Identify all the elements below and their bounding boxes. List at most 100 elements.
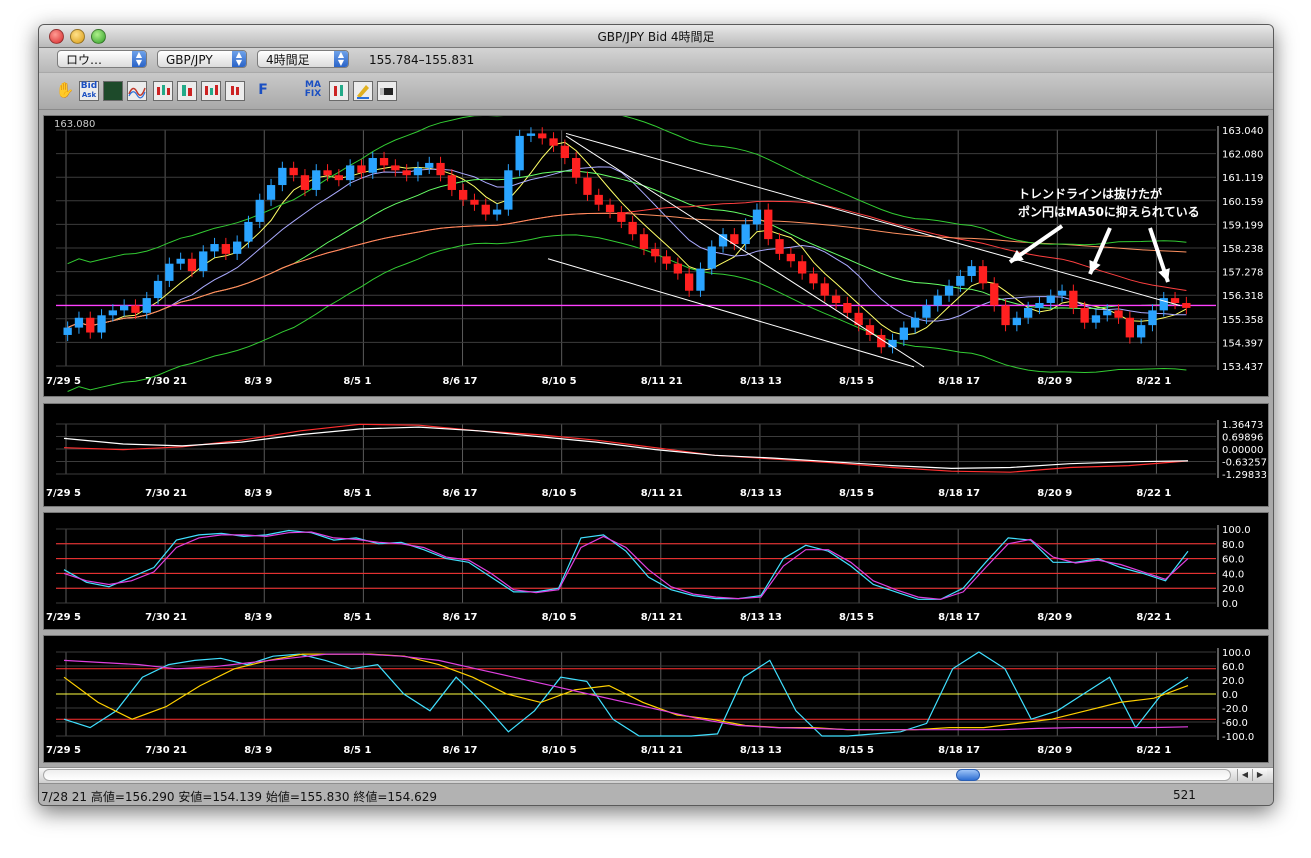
candle-body [492,209,502,215]
candle-body [334,175,343,181]
candle-body [662,256,671,264]
fix-icon[interactable]: F [253,81,273,101]
candle-tool-icon[interactable] [177,81,197,101]
popup-arrows-icon: ▲ ▼ [132,51,146,67]
series-line [63,426,1189,470]
candle-body [1001,305,1010,326]
candle-body [323,170,332,176]
x-tick-label: 8/18 17 [938,745,980,756]
y-tick-label: 60.0 [1222,555,1244,566]
stochastic-panel[interactable]: 7/29 5 7/30 21 8/3 9 8/5 1 8/6 17 8/10 5 8/11 … [43,512,1269,630]
candle-tool-icon[interactable] [153,81,173,101]
x-tick-label: 7/30 21 [145,612,187,623]
oscillator-icon[interactable] [127,81,147,101]
candle-body [1170,298,1180,304]
candle-body [526,133,536,136]
candle-body [831,295,841,304]
x-tick-label: 7/29 5 [46,488,81,499]
candle-body [572,158,581,178]
annotation-line: ポン円はMA50に抑えられている [1018,204,1200,219]
x-tick-label: 8/10 5 [542,376,577,387]
candle-body [436,162,445,176]
annotation-line: トレンドラインは抜けたが [1018,186,1162,201]
candle-body [515,135,524,171]
candle-body [1080,307,1089,323]
oscillator-chart[interactable]: 7/29 5 7/30 21 8/3 9 8/5 1 8/6 17 8/10 5 8/11 … [44,636,1268,762]
y-tick-label: 100.0 [1222,525,1251,536]
candle-body [312,170,321,190]
eraser-icon[interactable] [377,81,397,101]
pencil-icon[interactable] [353,81,373,101]
candle-body [798,261,807,274]
timeframe-popup[interactable]: 4時間足 ▲ ▼ [257,50,349,68]
candle-body [560,145,569,159]
stochastic-chart[interactable]: 7/29 5 7/30 21 8/3 9 8/5 1 8/6 17 8/10 5 8/11 … [44,513,1268,629]
x-tick-label: 8/6 17 [443,745,478,756]
candles-icon [182,85,192,96]
x-tick-label: 8/6 17 [443,612,478,623]
y-tick-label: 161.119 [1222,173,1263,184]
x-tick-label: 8/15 5 [839,745,874,756]
candle-tool-icon[interactable] [201,81,221,101]
candle-body [278,167,287,186]
x-tick-label: 8/3 9 [244,612,272,623]
scroll-right-button[interactable]: ▶ [1252,769,1267,781]
candle-body [990,283,999,306]
x-tick-label: 8/3 9 [244,488,272,499]
candle-body [922,305,931,318]
scroll-thumb[interactable] [956,769,980,781]
tool-toolbar: ✋ Bid Ask F MA FIX [39,73,1273,110]
candle-body [933,295,942,306]
candle-body [651,248,660,257]
y-tick-label: 155.358 [1222,315,1263,326]
candle-body [944,285,954,296]
candle-body [402,170,411,176]
candle-tool-icon[interactable] [329,81,349,101]
ma-fix-icon[interactable]: MA FIX [303,81,323,101]
hand-icon[interactable]: ✋ [55,81,75,101]
series-line [63,529,1189,600]
series-line [63,653,1189,731]
x-tick-label: 8/22 1 [1136,745,1171,756]
candle-body [97,315,106,333]
x-tick-label: 8/20 9 [1037,745,1072,756]
candle-body [899,327,908,340]
symbol-label: GBP/JPY [166,53,213,67]
oscillator-panel[interactable]: 7/29 5 7/30 21 8/3 9 8/5 1 8/6 17 8/10 5 8/11 … [43,635,1269,763]
horizontal-scrollbar[interactable]: ◀ ▶ [39,767,1273,784]
y-tick-label: 156.318 [1222,291,1263,302]
x-tick-label: 8/18 17 [938,488,980,499]
symbol-popup[interactable]: GBP/JPY ▲ ▼ [157,50,247,68]
candle-body [843,303,852,313]
candle-body [368,158,377,173]
candle-body [346,165,355,181]
candle-body [538,133,547,139]
bid-ask-icon[interactable]: Bid Ask [79,81,99,101]
price-chart[interactable]: 7/29 5 7/30 21 8/3 9 8/5 1 8/6 17 8/10 5 8/11 … [44,106,1268,396]
macd-panel[interactable]: 7/29 5 7/30 21 8/3 9 8/5 1 8/6 17 8/10 5 8/11 … [43,403,1269,507]
candle-body [425,162,434,168]
chart-type-popup[interactable]: ロウ… ▲ ▼ [57,50,147,68]
candle-body [481,204,490,215]
candle-body [1114,310,1123,318]
y-tick-label: 0.0 [1222,599,1238,610]
candle-body [696,268,705,291]
x-tick-label: 8/10 5 [542,488,577,499]
indicator-icon[interactable] [103,81,123,101]
y-tick-label: 162.080 [1222,150,1263,161]
candle-body [1024,307,1033,318]
candle-body [300,175,310,190]
scroll-track[interactable] [43,769,1231,781]
selector-toolbar: ロウ… ▲ ▼ GBP/JPY ▲ ▼ 4時間足 ▲ ▼ 155.784–155.83… [39,48,1273,72]
candle-body [549,138,558,146]
title-bar[interactable]: GBP/JPY Bid 4時間足 [39,25,1273,48]
macd-chart[interactable]: 7/29 5 7/30 21 8/3 9 8/5 1 8/6 17 8/10 5 8/11 … [44,404,1268,506]
candle-body [1035,303,1044,308]
scroll-left-button[interactable]: ◀ [1237,769,1252,781]
candle-tool-icon[interactable] [225,81,245,101]
y-tick-label: 80.0 [1222,540,1244,551]
price-panel[interactable]: 7/29 5 7/30 21 8/3 9 8/5 1 8/6 17 8/10 5 8/11 … [43,106,1269,397]
candle-body [447,175,456,190]
candle-body [199,251,208,272]
x-tick-label: 8/22 1 [1136,376,1171,387]
